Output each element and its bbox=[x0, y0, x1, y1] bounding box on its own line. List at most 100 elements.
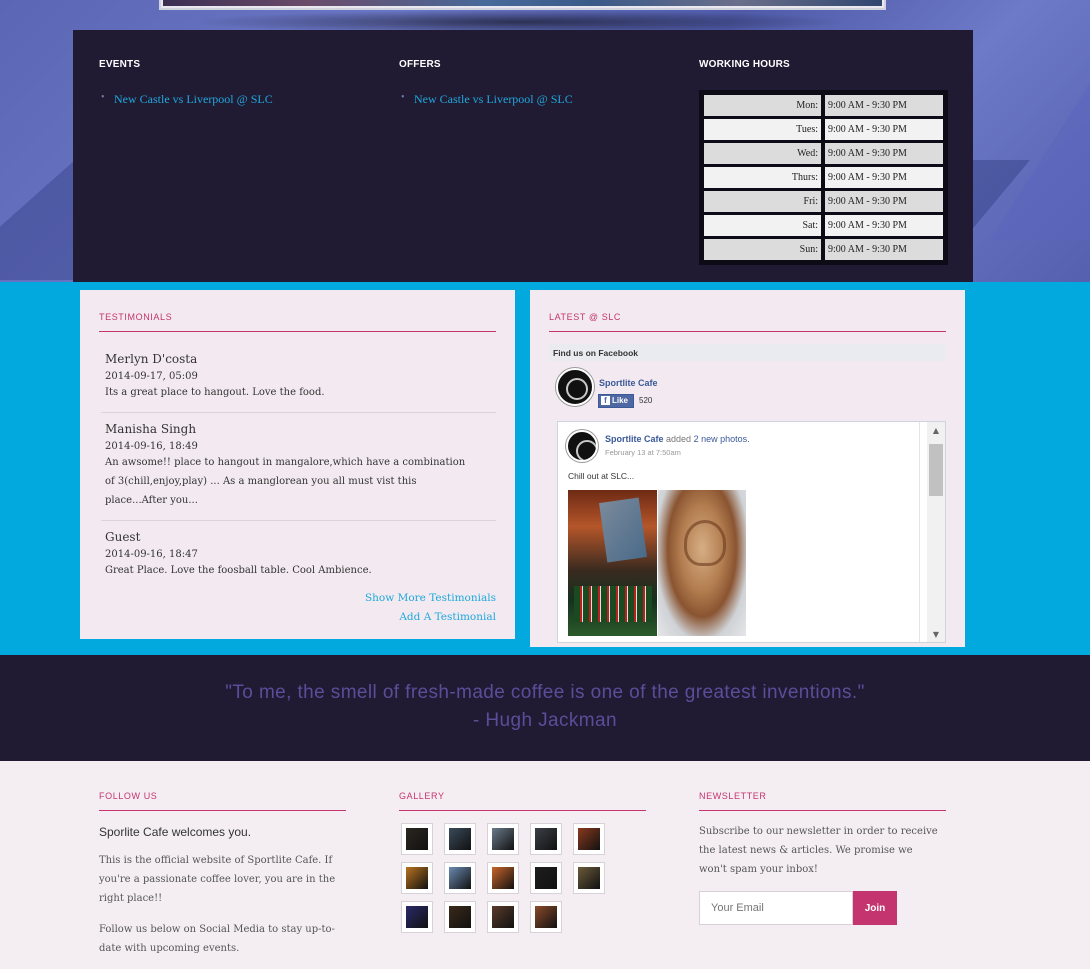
gallery-thumbnail[interactable] bbox=[530, 901, 562, 933]
quote-text: "To me, the smell of fresh-made coffee i… bbox=[225, 682, 865, 703]
post-author-link[interactable]: Sportlite Cafe bbox=[605, 434, 664, 444]
testimonial-date: 2014-09-16, 18:49 bbox=[105, 441, 198, 452]
day-label: Thurs: bbox=[704, 167, 822, 188]
scroll-up-icon[interactable]: ▲ bbox=[927, 424, 945, 438]
gallery-image bbox=[535, 828, 557, 850]
gallery-image bbox=[406, 867, 428, 889]
post-object-link[interactable]: 2 new photos. bbox=[694, 434, 750, 444]
latest-title: LATEST @ SLC bbox=[549, 312, 622, 322]
welcome-text: Sporlite Cafe welcomes you. bbox=[99, 825, 252, 839]
facebook-feed[interactable]: Sportlite Cafe added 2 new photos. Febru… bbox=[557, 421, 946, 643]
gallery-title: GALLERY bbox=[399, 791, 445, 801]
text-line: Follow us below on Social Media to stay … bbox=[99, 924, 335, 935]
gallery-image bbox=[492, 828, 514, 850]
day-label: Fri: bbox=[704, 191, 822, 212]
facebook-page-link[interactable]: Sportlite Cafe bbox=[599, 378, 658, 388]
info-panel: EVENTS New Castle vs Liverpool @ SLC OFF… bbox=[73, 30, 973, 282]
testimonial-text: An awsome!! place to hangout in mangalor… bbox=[105, 453, 497, 510]
text-line: right place!! bbox=[99, 893, 163, 904]
gallery-thumbnail[interactable] bbox=[487, 901, 519, 933]
hours-row: Wed: 9:00 AM - 9:30 PM bbox=[704, 143, 943, 164]
gallery-thumbnail[interactable] bbox=[444, 823, 476, 855]
text-line: Subscribe to our newsletter in order to … bbox=[699, 826, 938, 837]
quote-author: - Hugh Jackman bbox=[473, 710, 617, 731]
show-more-testimonials-link[interactable]: Show More Testimonials bbox=[365, 592, 496, 604]
hours-row: Tues: 9:00 AM - 9:30 PM bbox=[704, 119, 943, 140]
facebook-header: Find us on Facebook bbox=[549, 344, 946, 361]
gallery-thumbnail[interactable] bbox=[444, 901, 476, 933]
gallery-thumbnail[interactable] bbox=[487, 862, 519, 894]
gallery-thumbnail[interactable] bbox=[573, 823, 605, 855]
testimonial-item: Merlyn D'costa 2014-09-17, 05:09 Its a g… bbox=[105, 352, 497, 402]
testimonial-author: Guest bbox=[105, 530, 141, 544]
post-date[interactable]: February 13 at 7:50am bbox=[605, 448, 681, 457]
offer-link[interactable]: New Castle vs Liverpool @ SLC bbox=[399, 92, 573, 107]
divider bbox=[101, 412, 496, 413]
hours-row: Mon: 9:00 AM - 9:30 PM bbox=[704, 95, 943, 116]
newsletter-title: NEWSLETTER bbox=[699, 791, 767, 801]
about-text: This is the official website of Sportlit… bbox=[99, 851, 349, 908]
gallery-image bbox=[492, 867, 514, 889]
facebook-like-button[interactable]: f Like bbox=[598, 394, 634, 408]
testimonial-date: 2014-09-16, 18:47 bbox=[105, 549, 198, 560]
testimonial-date: 2014-09-17, 05:09 bbox=[105, 371, 198, 382]
top-band: EVENTS New Castle vs Liverpool @ SLC OFF… bbox=[0, 0, 1090, 282]
events-list: New Castle vs Liverpool @ SLC bbox=[99, 92, 273, 107]
gallery-image bbox=[535, 906, 557, 928]
feed-scrollbar[interactable]: ▲ ▼ bbox=[927, 422, 945, 642]
slider-image bbox=[163, 0, 882, 6]
post-text: Chill out at SLC... bbox=[568, 471, 635, 481]
gallery-image bbox=[449, 906, 471, 928]
time-value: 9:00 AM - 9:30 PM bbox=[825, 191, 943, 212]
time-value: 9:00 AM - 9:30 PM bbox=[825, 119, 943, 140]
offers-list: New Castle vs Liverpool @ SLC bbox=[399, 92, 573, 107]
hours-row: Sat: 9:00 AM - 9:30 PM bbox=[704, 215, 943, 236]
gallery-thumbnail[interactable] bbox=[401, 823, 433, 855]
time-value: 9:00 AM - 9:30 PM bbox=[825, 143, 943, 164]
gallery-thumbnail[interactable] bbox=[444, 862, 476, 894]
event-link[interactable]: New Castle vs Liverpool @ SLC bbox=[99, 92, 273, 107]
post-photo-coffee[interactable] bbox=[658, 490, 746, 636]
testimonial-author: Manisha Singh bbox=[105, 422, 197, 436]
gallery-image bbox=[578, 867, 600, 889]
day-label: Sun: bbox=[704, 239, 822, 260]
gallery-image bbox=[578, 828, 600, 850]
add-testimonial-link[interactable]: Add A Testimonial bbox=[399, 611, 496, 623]
footer: FOLLOW US Sporlite Cafe welcomes you. Th… bbox=[0, 761, 1090, 969]
post-action: added bbox=[666, 434, 692, 444]
testimonial-text: Great Place. Love the foosball table. Co… bbox=[105, 565, 372, 576]
working-hours-title: WORKING HOURS bbox=[699, 59, 790, 70]
post-photo-foosball[interactable] bbox=[568, 490, 657, 636]
latest-card: LATEST @ SLC Find us on Facebook Sportli… bbox=[530, 290, 965, 647]
gallery-thumbnail[interactable] bbox=[573, 862, 605, 894]
gallery-thumbnail[interactable] bbox=[530, 862, 562, 894]
title-divider bbox=[99, 810, 346, 811]
day-label: Mon: bbox=[704, 95, 822, 116]
time-value: 9:00 AM - 9:30 PM bbox=[825, 239, 943, 260]
gallery-image bbox=[406, 828, 428, 850]
text-line: place...After you... bbox=[105, 495, 198, 506]
gallery-thumbnail[interactable] bbox=[401, 862, 433, 894]
facebook-icon: f bbox=[601, 396, 610, 405]
cafe-logo-icon[interactable] bbox=[566, 430, 598, 462]
hours-row: Sun: 9:00 AM - 9:30 PM bbox=[704, 239, 943, 260]
slider-banner[interactable] bbox=[159, 0, 886, 10]
scroll-thumb[interactable] bbox=[929, 444, 943, 496]
hours-row: Thurs: 9:00 AM - 9:30 PM bbox=[704, 167, 943, 188]
scroll-down-icon[interactable]: ▼ bbox=[927, 628, 945, 642]
testimonial-item: Guest 2014-09-16, 18:47 Great Place. Lov… bbox=[105, 530, 497, 580]
text-line: An awsome!! place to hangout in mangalor… bbox=[105, 457, 466, 468]
text-line: the latest news & articles. We promise w… bbox=[699, 845, 913, 856]
gallery-image bbox=[449, 867, 471, 889]
gallery-thumbnail[interactable] bbox=[401, 901, 433, 933]
gallery-thumbnail[interactable] bbox=[530, 823, 562, 855]
testimonials-card: TESTIMONIALS Merlyn D'costa 2014-09-17, … bbox=[80, 290, 515, 639]
gallery-image bbox=[406, 906, 428, 928]
gallery-image bbox=[492, 906, 514, 928]
join-button[interactable]: Join bbox=[853, 891, 897, 925]
gallery-thumbnail[interactable] bbox=[487, 823, 519, 855]
title-divider bbox=[699, 810, 946, 811]
cafe-logo-icon[interactable] bbox=[556, 368, 594, 406]
title-divider bbox=[99, 331, 496, 332]
email-input[interactable] bbox=[699, 891, 853, 925]
